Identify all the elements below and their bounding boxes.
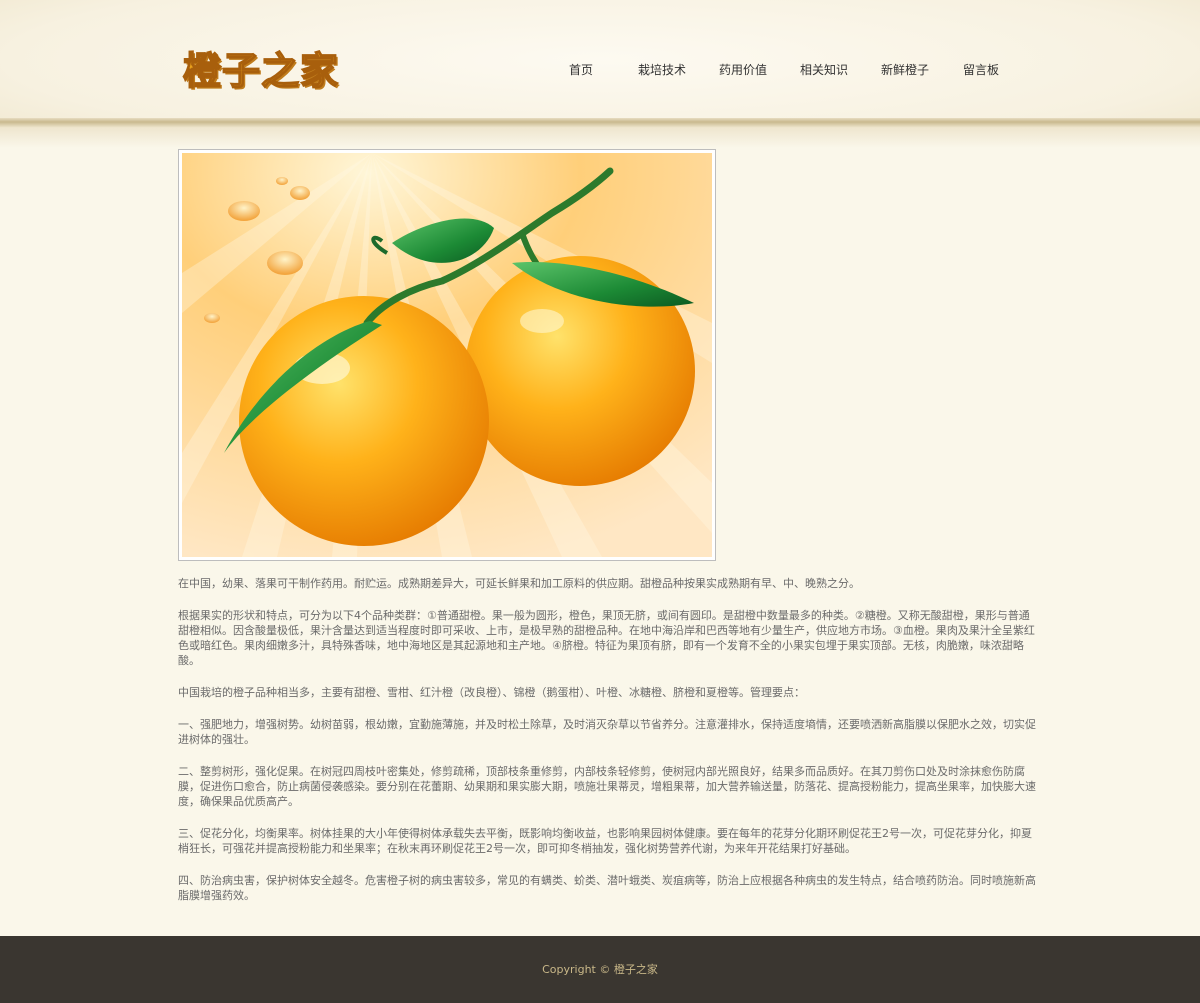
paragraph: 一、强肥地力，增强树势。幼树苗弱，根幼嫩，宜勤施薄施，并及时松土除草，及时消灭杂… [178, 718, 1036, 746]
paragraph: 二、整剪树形，强化促果。在树冠四周枝叶密集处，修剪疏稀，顶部枝条重修剪，内部枝条… [178, 765, 1036, 808]
hero-image [178, 149, 716, 561]
site-logo[interactable]: 橙子之家 [182, 43, 339, 94]
copyright-text: Copyright © 橙子之家 [542, 963, 658, 976]
header-shadow [0, 128, 1200, 148]
nav-item-knowledge[interactable]: 相关知识 [784, 60, 864, 80]
main-nav: 首页 栽培技术 药用价值 相关知识 新鲜橙子 留言板 [540, 60, 1016, 80]
nav-item-cultivation[interactable]: 栽培技术 [622, 60, 702, 80]
paragraph: 根据果实的形状和特点，可分为以下4个品种类群：①普通甜橙。果一般为圆形，橙色，果… [178, 609, 1035, 667]
paragraph: 在中国，幼果、落果可干制作药用。耐贮运。成熟期差异大，可延长鲜果和加工原料的供应… [178, 577, 860, 590]
nav-item-guestbook[interactable]: 留言板 [946, 60, 1016, 80]
paragraph: 四、防治病虫害，保护树体安全越冬。危害橙子树的病虫害较多，常见的有螨类、蚧类、潜… [178, 874, 1036, 902]
nav-item-fresh-oranges[interactable]: 新鲜橙子 [864, 60, 946, 80]
paragraph: 三、促花分化，均衡果率。树体挂果的大小年使得树体承载失去平衡，既影响均衡收益，也… [178, 827, 1032, 855]
header-divider [0, 118, 1200, 128]
paragraph: 中国栽培的橙子品种相当多，主要有甜橙、雪柑、红汁橙（改良橙）、锦橙（鹅蛋柑）、叶… [178, 686, 805, 699]
nav-item-home[interactable]: 首页 [540, 60, 622, 80]
nav-item-medicinal[interactable]: 药用价值 [702, 60, 784, 80]
article-content: 在中国，幼果、落果可干制作药用。耐贮运。成熟期差异大，可延长鲜果和加工原料的供应… [178, 576, 1036, 920]
site-footer: Copyright © 橙子之家 [0, 936, 1200, 1003]
oranges-illustration [182, 153, 712, 557]
